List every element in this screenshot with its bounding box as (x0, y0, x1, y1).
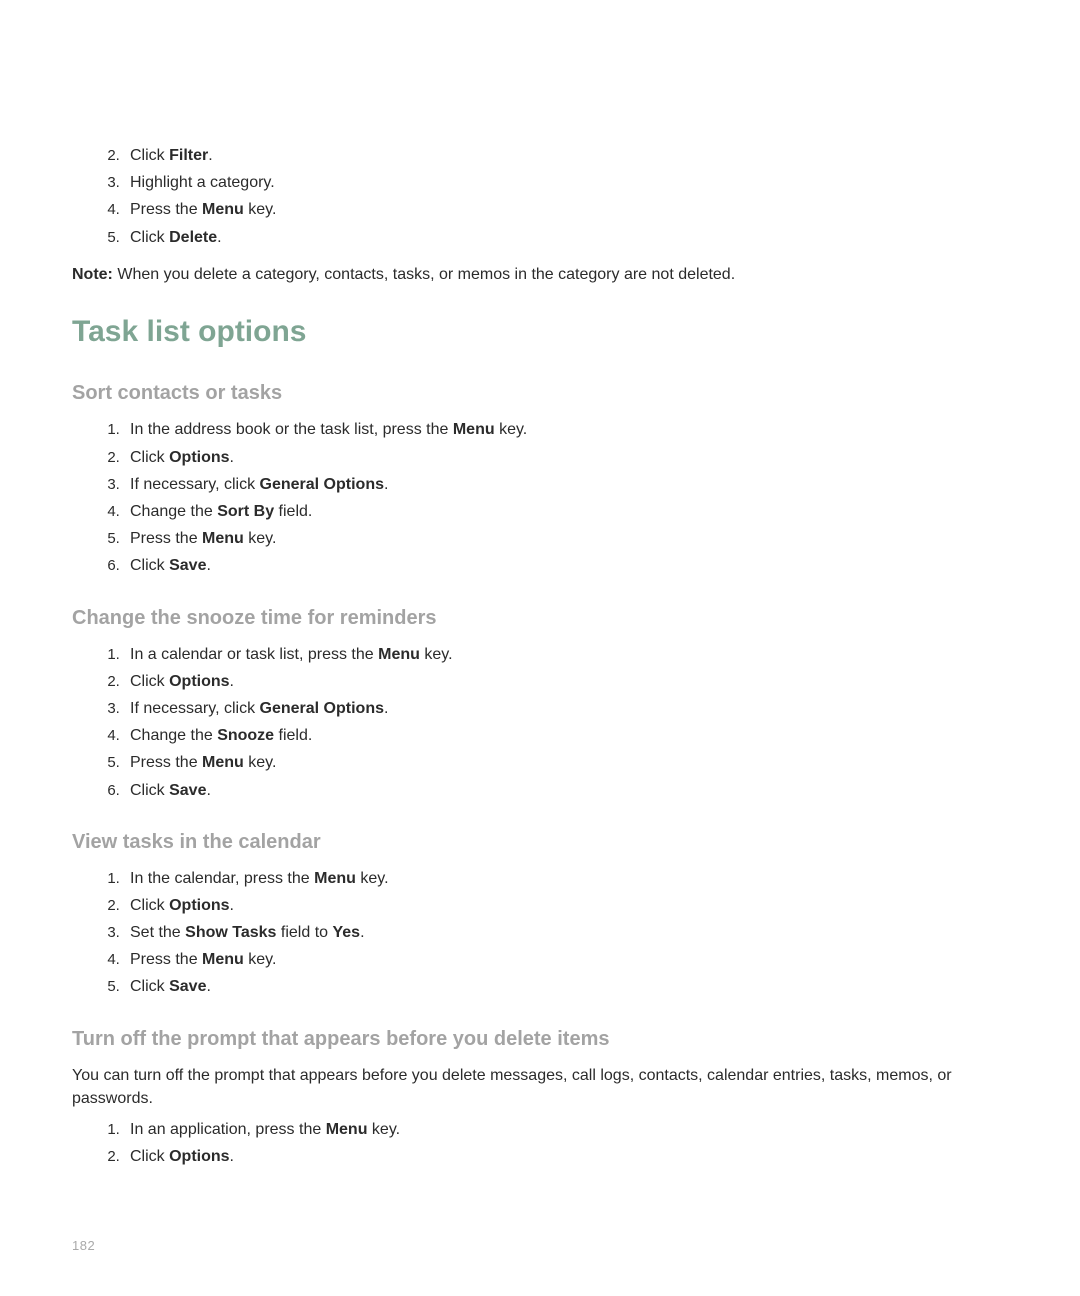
bold-term: Options (169, 1148, 229, 1165)
intro-steps: Click Filter. Highlight a category. Press … (72, 144, 1008, 249)
bold-term: Menu (202, 754, 244, 771)
snooze-steps: In a calendar or task list, press the Me… (72, 643, 1008, 802)
bold-term: Menu (378, 646, 420, 663)
bold-term: Menu (202, 530, 244, 547)
list-item: Click Options. (124, 446, 1008, 469)
list-item: Highlight a category. (124, 171, 1008, 194)
bold-term: Menu (314, 870, 356, 887)
sort-heading: Sort contacts or tasks (72, 379, 1008, 408)
list-item: Set the Show Tasks field to Yes. (124, 921, 1008, 944)
list-item: Press the Menu key. (124, 198, 1008, 221)
bold-term: Options (169, 673, 229, 690)
bold-term: Filter (169, 147, 208, 164)
bold-term: Save (169, 782, 206, 799)
bold-term: Menu (202, 201, 244, 218)
bold-term: Menu (326, 1121, 368, 1138)
list-item: If necessary, click General Options. (124, 473, 1008, 496)
list-item: Click Save. (124, 975, 1008, 998)
bold-term: Delete (169, 229, 217, 246)
list-item: Click Options. (124, 894, 1008, 917)
list-item: Press the Menu key. (124, 948, 1008, 971)
bold-term: Save (169, 557, 206, 574)
turn-off-intro: You can turn off the prompt that appears… (72, 1064, 1008, 1110)
list-item: In the address book or the task list, pr… (124, 418, 1008, 441)
bold-term: Yes (332, 924, 360, 941)
page: Click Filter. Highlight a category. Press … (0, 0, 1080, 1296)
sort-steps: In the address book or the task list, pr… (72, 418, 1008, 577)
bold-term: General Options (260, 700, 384, 717)
bold-term: General Options (260, 476, 384, 493)
view-tasks-heading: View tasks in the calendar (72, 828, 1008, 857)
bold-term: Save (169, 978, 206, 995)
list-item: Click Save. (124, 554, 1008, 577)
list-item: Click Options. (124, 1145, 1008, 1168)
bold-term: Menu (202, 951, 244, 968)
list-item: Press the Menu key. (124, 527, 1008, 550)
list-item: Click Delete. (124, 226, 1008, 249)
note: Note: When you delete a category, contac… (72, 263, 1008, 286)
snooze-heading: Change the snooze time for reminders (72, 604, 1008, 633)
bold-term: Options (169, 449, 229, 466)
bold-term: Options (169, 897, 229, 914)
list-item: Press the Menu key. (124, 751, 1008, 774)
turn-off-heading: Turn off the prompt that appears before … (72, 1025, 1008, 1054)
section-heading: Task list options (72, 310, 1008, 354)
list-item: Change the Sort By field. (124, 500, 1008, 523)
list-item: Click Options. (124, 670, 1008, 693)
list-item: In an application, press the Menu key. (124, 1118, 1008, 1141)
note-text: When you delete a category, contacts, ta… (113, 266, 735, 283)
note-label: Note: (72, 266, 113, 283)
bold-term: Menu (453, 421, 495, 438)
bold-term: Show Tasks (185, 924, 276, 941)
list-item: In a calendar or task list, press the Me… (124, 643, 1008, 666)
bold-term: Sort By (217, 503, 274, 520)
list-item: Click Filter. (124, 144, 1008, 167)
view-tasks-steps: In the calendar, press the Menu key. Clic… (72, 867, 1008, 999)
turn-off-steps: In an application, press the Menu key. Cl… (72, 1118, 1008, 1168)
page-number: 182 (72, 1237, 95, 1256)
bold-term: Snooze (217, 727, 274, 744)
list-item: Change the Snooze field. (124, 724, 1008, 747)
list-item: Click Save. (124, 779, 1008, 802)
list-item: If necessary, click General Options. (124, 697, 1008, 720)
list-item: In the calendar, press the Menu key. (124, 867, 1008, 890)
